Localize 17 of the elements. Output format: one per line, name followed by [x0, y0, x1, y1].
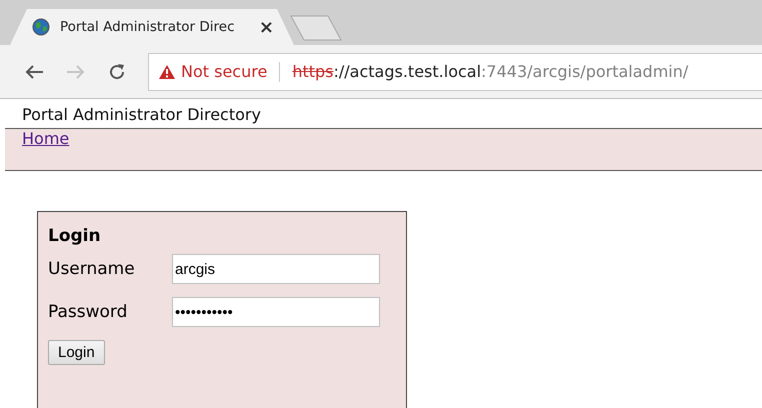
browser-tab[interactable]: Portal Administrator Direc ×	[10, 9, 294, 45]
input-field[interactable]: •••••••••••	[172, 297, 380, 327]
input-field[interactable]: arcgis	[172, 254, 380, 284]
login-button[interactable]: Login	[48, 340, 105, 365]
reload-icon[interactable]	[108, 62, 126, 80]
warning-icon	[159, 64, 175, 78]
address-bar[interactable]: Not secure https://actags.test.local:7443/arcgis/portaladmin/	[148, 52, 762, 90]
login-heading: Login	[48, 226, 102, 246]
home-link[interactable]: Home	[22, 129, 70, 148]
field-label: Username	[48, 259, 136, 279]
security-label: Not secure	[181, 62, 268, 81]
url-text: https://actags.test.local:7443/arcgis/portaladmin/	[292, 62, 688, 81]
globe-icon	[32, 18, 50, 36]
back-icon[interactable]	[24, 64, 44, 80]
field-label: Password	[48, 302, 128, 322]
close-icon[interactable]: ×	[258, 16, 274, 38]
page-title: Portal Administrator Directory	[21, 104, 262, 126]
